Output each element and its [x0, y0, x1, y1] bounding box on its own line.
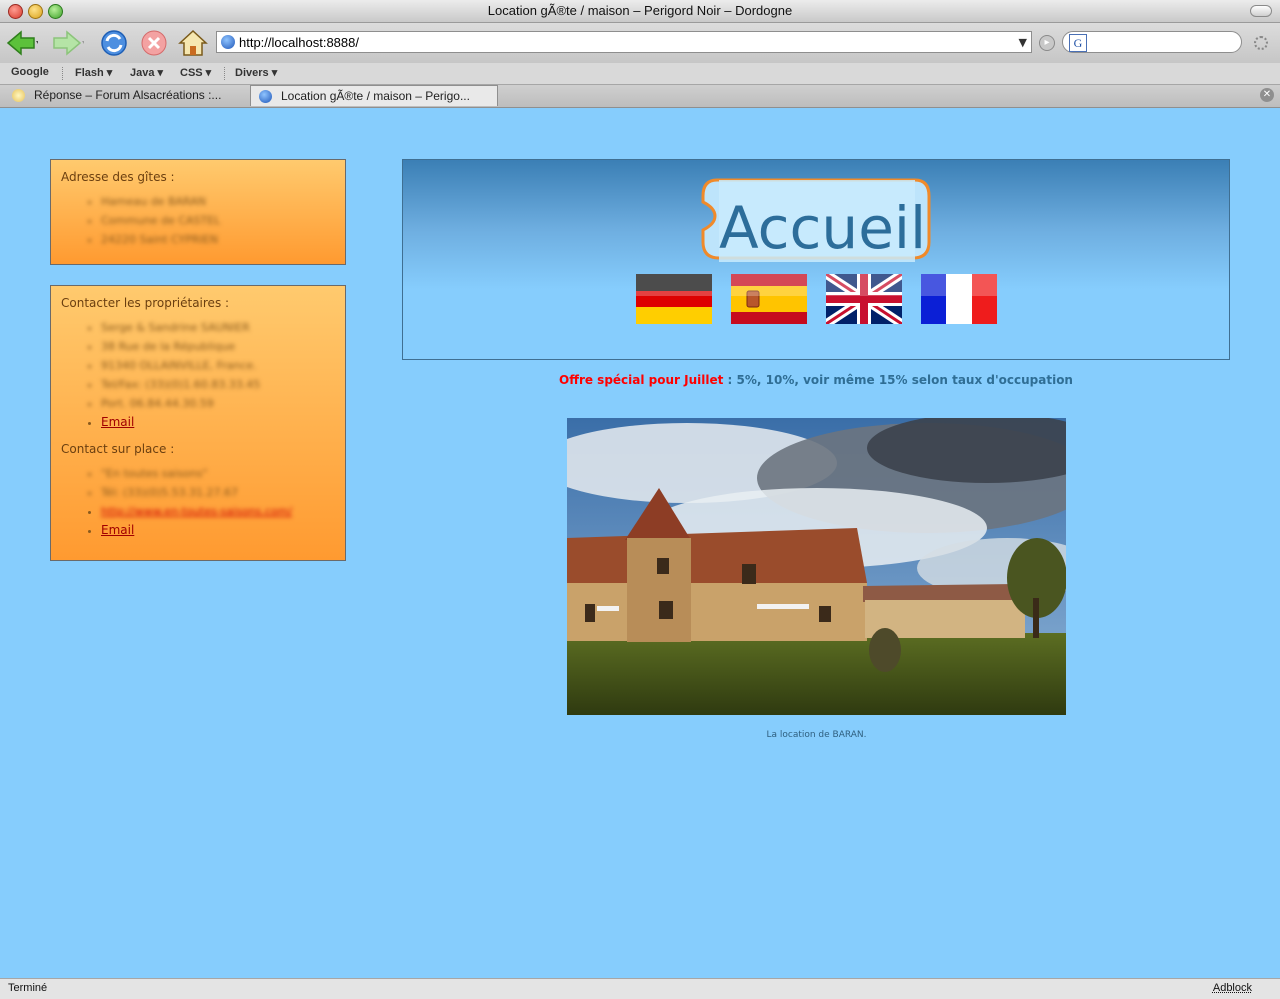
toolbar-toggle-button[interactable]: [1250, 5, 1272, 17]
owners-email-link[interactable]: Email: [101, 415, 134, 429]
url-text: http://localhost:8888/: [239, 35, 359, 50]
french-flag-icon[interactable]: [921, 274, 997, 324]
reload-button[interactable]: [98, 27, 130, 59]
spanish-flag-icon[interactable]: [731, 274, 807, 324]
page-content: Adresse des gîtes : Hameau de BARAN Comm…: [0, 108, 1280, 978]
onsite-line: "En toutes saisons": [101, 464, 345, 483]
loading-spinner-icon: [1254, 36, 1268, 50]
tab-bar: Réponse – Forum Alsacréations :... Locat…: [0, 85, 1280, 108]
status-text: Terminé: [8, 982, 48, 994]
onsite-website-link[interactable]: http://www.en-toutes-saisons.com/: [101, 505, 292, 518]
address-box: Adresse des gîtes : Hameau de BARAN Comm…: [50, 159, 346, 265]
owner-line: 38 Rue de la République: [101, 337, 345, 356]
navigation-toolbar: http://localhost:8888/ ▼ ▸ G: [0, 23, 1280, 63]
onsite-line: Tél: (33)(0)5.53.31.27.67: [101, 483, 345, 502]
site-globe-icon: [221, 35, 235, 49]
tab-label: Location gÃ®te / maison – Perigo...: [281, 89, 470, 103]
photo-caption: La location de BARAN.: [766, 730, 867, 740]
go-button[interactable]: ▸: [1039, 35, 1055, 51]
owner-line: Serge & Sandrine SAUNIER: [101, 318, 345, 337]
bookmark-divers[interactable]: Divers ▾: [235, 66, 277, 79]
bookmark-css[interactable]: CSS ▾: [180, 66, 211, 79]
url-history-dropdown-icon[interactable]: ▼: [1019, 36, 1027, 49]
offer-label: Offre spécial pour Juillet: [559, 373, 724, 387]
page-header: Accueil: [402, 159, 1230, 360]
bookmark-java[interactable]: Java ▾: [130, 66, 163, 79]
contact-box: Contacter les propriétaires : Serge & Sa…: [50, 285, 346, 561]
window-title: Location gÃ®te / maison – Perigord Noir …: [487, 3, 793, 18]
bookmark-separator: [224, 67, 226, 80]
german-flag-icon[interactable]: [636, 274, 712, 324]
address-line: 24220 Saint CYPRIEN: [101, 230, 345, 249]
stop-icon: [141, 30, 167, 56]
address-title: Adresse des gîtes :: [61, 170, 175, 184]
close-tab-icon[interactable]: ✕: [1260, 88, 1274, 102]
search-input[interactable]: G: [1062, 31, 1242, 53]
forward-arrow-icon: [53, 30, 84, 56]
offer-line: Offre spécial pour Juillet : 5%, 10%, vo…: [0, 373, 1280, 387]
owner-line: Port. 06.84.44.30.59: [101, 394, 345, 413]
owners-title: Contacter les propriétaires :: [61, 296, 230, 310]
tab-label: Réponse – Forum Alsacréations :...: [34, 88, 222, 102]
onsite-list: "En toutes saisons" Tél: (33)(0)5.53.31.…: [51, 464, 345, 540]
google-search-engine-icon[interactable]: G: [1069, 34, 1087, 52]
bookmark-flash[interactable]: Flash ▾: [75, 66, 112, 79]
status-bar: Terminé Adblock: [0, 978, 1280, 999]
stop-button[interactable]: [138, 27, 170, 59]
tab-location-gite[interactable]: Location gÃ®te / maison – Perigo...: [250, 85, 498, 106]
back-button[interactable]: [6, 27, 38, 59]
tab-forum[interactable]: Réponse – Forum Alsacréations :...: [4, 85, 244, 106]
address-line: Hameau de BARAN: [101, 192, 345, 211]
uk-flag-icon[interactable]: [826, 274, 902, 324]
offer-text: : 5%, 10%, voir même 15% selon taux d'oc…: [723, 373, 1073, 387]
onsite-title: Contact sur place :: [61, 442, 175, 456]
url-field[interactable]: http://localhost:8888/ ▼: [216, 31, 1032, 53]
onsite-email-link[interactable]: Email: [101, 523, 134, 537]
bookmark-separator: [62, 67, 64, 80]
adblock-button[interactable]: Adblock: [1213, 982, 1252, 994]
reload-icon: [101, 30, 127, 56]
window-titlebar: Location gÃ®te / maison – Perigord Noir …: [0, 0, 1280, 23]
back-arrow-icon: [6, 30, 38, 56]
home-icon: [178, 29, 208, 56]
bookmark-google[interactable]: Google: [11, 66, 49, 78]
page-title: Accueil: [719, 194, 927, 262]
forward-button[interactable]: [52, 27, 84, 59]
address-list: Hameau de BARAN Commune de CASTEL 24220 …: [51, 192, 345, 249]
gite-house-photo: [567, 418, 1066, 715]
home-button[interactable]: [177, 27, 209, 59]
address-line: Commune de CASTEL: [101, 211, 345, 230]
bookmarks-bar: Google Flash ▾ Java ▾ CSS ▾ Divers ▾: [0, 63, 1280, 85]
site-globe-icon: [259, 90, 272, 103]
forum-favicon-icon: [12, 89, 25, 102]
